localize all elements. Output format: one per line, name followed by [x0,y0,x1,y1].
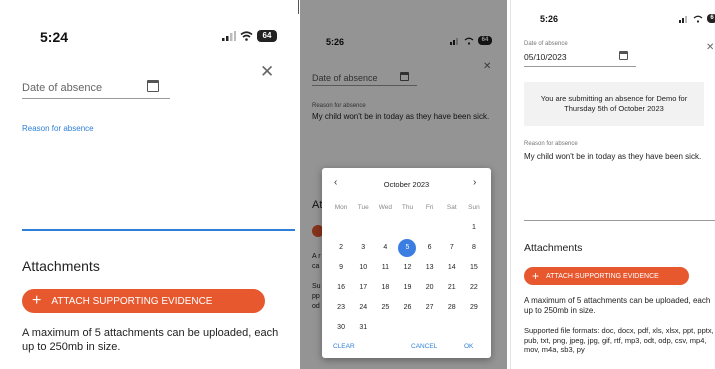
reason-label: Reason for absence [524,141,578,147]
panel-separator [510,0,511,369]
calendar-day[interactable]: 30 [330,318,352,338]
calendar-day[interactable]: 26 [396,298,418,318]
date-picker-dialog: ‹ October 2023 › Mon Tue Wed Thu Fri Sat Sun 1 2… [322,168,491,358]
panel-separator [298,0,299,14]
calendar-empty-cell [374,218,396,238]
screen-1: 5:24 64 ✕ Date of absence Reason for abs… [0,0,295,369]
wifi-icon [693,15,703,23]
weekday-header: Sun [468,204,480,211]
calendar-grid: Mon Tue Wed Thu Fri Sat Sun 1 2 3 4 5 6 7 8 9 10 11 12 13 14… [330,198,485,338]
calendar-day[interactable]: 15 [463,258,485,278]
reason-input-underline [524,220,715,221]
calendar-icon[interactable] [619,51,628,60]
weekday-header: Wed [378,204,392,211]
attachments-heading: Attachments [524,242,583,254]
weekday-header: Fri [425,204,434,211]
calendar-day[interactable]: 14 [441,258,463,278]
wifi-icon [240,31,253,41]
reason-text[interactable]: My child won't be in today as they have … [524,152,715,162]
attach-evidence-button[interactable]: + ATTACH SUPPORTING EVIDENCE [524,267,689,285]
calendar-day[interactable]: 23 [330,298,352,318]
calendar-day[interactable]: 16 [330,278,352,298]
weekday-header: Thu [401,204,414,211]
supported-formats-text: Supported file formats: doc, docx, pdf, … [524,326,714,354]
calendar-day[interactable]: 6 [419,238,441,258]
calendar-icon[interactable] [147,80,159,92]
calendar-day[interactable]: 1 [463,218,485,238]
status-icons: 64 [222,30,277,42]
calendar-empty-cell [463,318,485,338]
cancel-button[interactable]: CANCEL [411,343,437,350]
close-icon[interactable]: ✕ [706,42,714,53]
calendar-day[interactable]: 10 [352,258,374,278]
calendar-empty-cell [374,318,396,338]
battery-indicator: 64 [257,30,277,42]
signal-icon [222,31,236,41]
calendar-empty-cell [441,318,463,338]
attachment-limit-text: A maximum of 5 attachments can be upload… [524,296,711,315]
plus-icon: + [32,292,42,309]
next-month-icon[interactable]: › [473,177,476,188]
calendar-day[interactable]: 3 [352,238,374,258]
reason-input[interactable] [22,135,295,229]
calendar-day[interactable]: 2 [330,238,352,258]
date-field-underline [524,66,636,67]
plus-icon: + [532,269,540,283]
calendar-day[interactable]: 25 [374,298,396,318]
calendar-day[interactable]: 8 [463,238,485,258]
calendar-day[interactable]: 31 [352,318,374,338]
calendar-day[interactable]: 7 [441,238,463,258]
screen-2: 5:26 64 ✕ Date of absence Reason for abs… [300,0,507,369]
calendar-day[interactable]: 27 [419,298,441,318]
status-icons: 6 [679,14,715,23]
weekday-header: Tue [357,204,369,211]
calendar-empty-cell [396,218,418,238]
status-time: 5:26 [540,14,559,24]
calendar-day[interactable]: 22 [463,278,485,298]
calendar-day[interactable]: 29 [463,298,485,318]
calendar-empty-cell [330,218,352,238]
calendar-month-label: October 2023 [383,180,430,189]
calendar-day[interactable]: 19 [396,278,418,298]
date-of-absence-field[interactable]: 05/10/2023 [524,52,567,62]
calendar-day[interactable]: 17 [352,278,374,298]
battery-indicator: 6 [707,14,715,23]
signal-icon [679,15,687,23]
calendar-empty-cell [396,318,418,338]
attach-button-label: ATTACH SUPPORTING EVIDENCE [51,295,213,307]
close-icon[interactable]: ✕ [260,62,274,82]
absence-info-box: You are submitting an absence for Demo f… [524,82,704,126]
weekday-header: Mon [334,204,348,211]
clear-button[interactable]: CLEAR [333,343,355,350]
attach-button-label: ATTACH SUPPORTING EVIDENCE [546,272,659,280]
calendar-empty-cell [352,218,374,238]
calendar-empty-cell [419,318,441,338]
calendar-day[interactable]: 13 [419,258,441,278]
date-of-absence-field[interactable]: Date of absence [22,82,102,94]
calendar-day[interactable]: 11 [374,258,396,278]
calendar-day[interactable]: 24 [352,298,374,318]
calendar-empty-cell [419,218,441,238]
screen-3: 5:26 6 ✕ Date of absence 05/10/2023 You … [514,0,715,369]
calendar-day[interactable]: 28 [441,298,463,318]
calendar-day[interactable]: 21 [441,278,463,298]
calendar-day[interactable]: 12 [396,258,418,278]
date-label: Date of absence [524,41,568,47]
reason-label: Reason for absence [22,124,94,133]
ok-button[interactable]: OK [464,343,473,350]
weekday-header: Sat [446,204,457,211]
calendar-day[interactable]: 4 [374,238,396,258]
status-time: 5:24 [40,29,69,45]
attachment-limit-text: A maximum of 5 attachments can be upload… [22,327,279,353]
attachments-heading: Attachments [22,258,100,274]
calendar-day-selected[interactable]: 5 [398,239,417,257]
calendar-day[interactable]: 18 [374,278,396,298]
attach-evidence-button[interactable]: + ATTACH SUPPORTING EVIDENCE [22,289,265,313]
calendar-day[interactable]: 9 [330,258,352,278]
reason-input-underline [22,229,295,231]
calendar-empty-cell [441,218,463,238]
date-field-underline [22,98,170,99]
calendar-day[interactable]: 20 [419,278,441,298]
